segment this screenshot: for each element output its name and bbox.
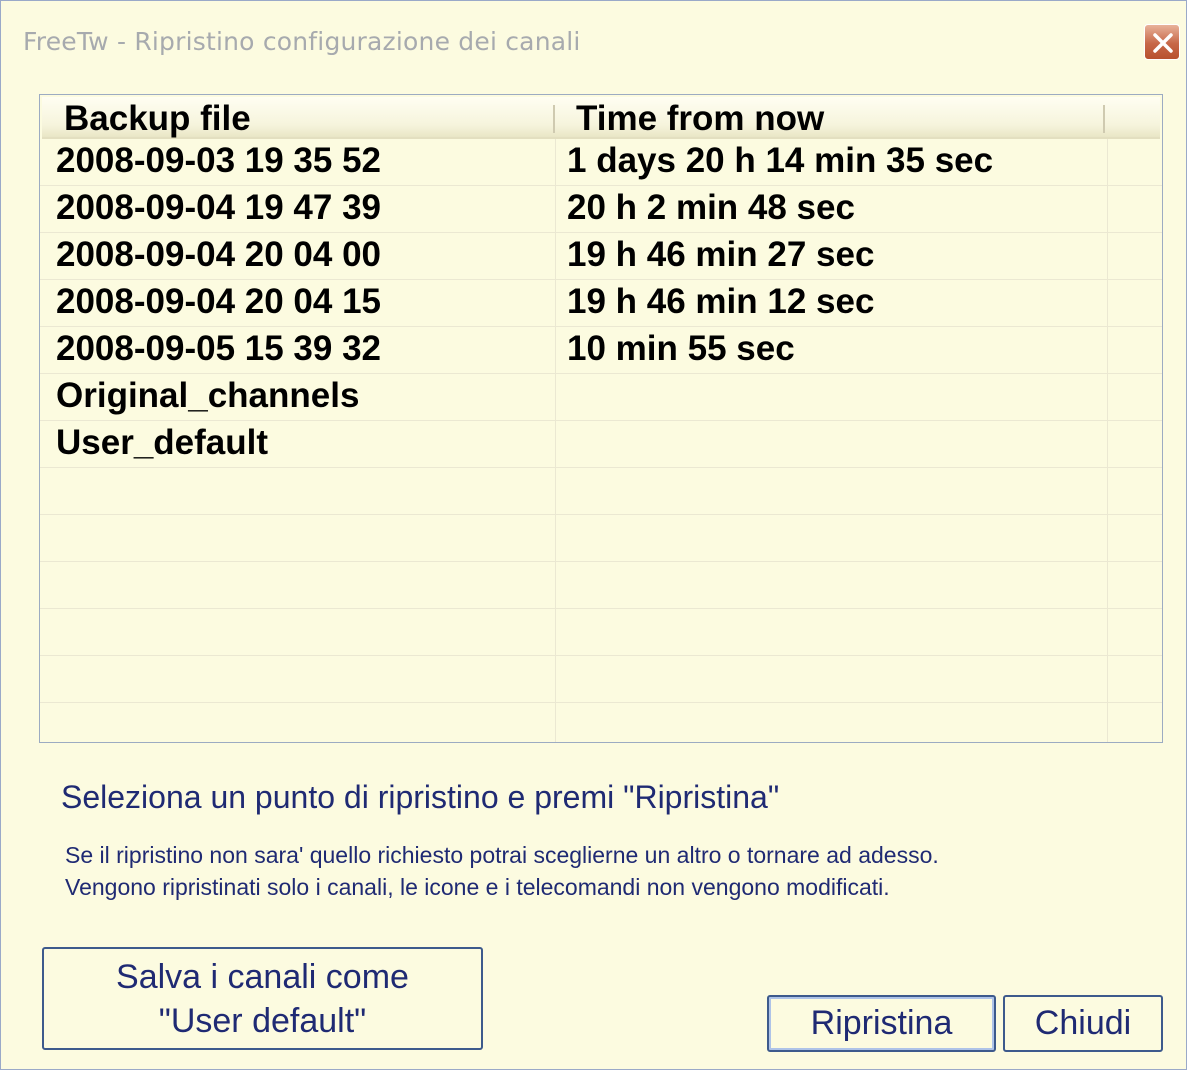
backup-list[interactable]: Backup file Time from now 2008-09-03 19 … [39, 94, 1163, 743]
list-item[interactable] [40, 515, 1162, 562]
list-header: Backup file Time from now [42, 97, 1160, 139]
save-user-default-button[interactable]: Salva i canali come "User default" [42, 947, 483, 1050]
backup-file-cell: 2008-09-03 19 35 52 [56, 141, 381, 180]
list-item[interactable] [40, 656, 1162, 703]
list-item[interactable] [40, 609, 1162, 656]
column-divider[interactable] [553, 105, 555, 133]
time-from-now-cell: 19 h 46 min 27 sec [567, 235, 875, 274]
close-button[interactable]: Chiudi [1003, 995, 1163, 1052]
backup-file-cell: User_default [56, 423, 269, 462]
window-title: FreeTw - Ripristino configurazione dei c… [23, 27, 581, 56]
close-window-button[interactable] [1144, 24, 1180, 60]
list-rows: 2008-09-03 19 35 52 1 days 20 h 14 min 35… [40, 139, 1162, 742]
backup-file-cell: 2008-09-05 15 39 32 [56, 329, 381, 368]
list-item[interactable]: Original_channels [40, 374, 1162, 421]
list-item[interactable] [40, 468, 1162, 515]
column-header-backup-file[interactable]: Backup file [64, 99, 251, 139]
time-from-now-cell: 20 h 2 min 48 sec [567, 188, 855, 227]
list-item[interactable]: 2008-09-04 20 04 15 19 h 46 min 12 sec [40, 280, 1162, 327]
backup-file-cell: 2008-09-04 19 47 39 [56, 188, 381, 227]
list-item[interactable] [40, 562, 1162, 609]
info-text-line-2: Vengono ripristinati solo i canali, le i… [65, 874, 890, 900]
info-text-line-1: Se il ripristino non sara' quello richie… [65, 842, 939, 868]
list-item[interactable]: 2008-09-03 19 35 52 1 days 20 h 14 min 35… [40, 139, 1162, 186]
list-item[interactable]: 2008-09-05 15 39 32 10 min 55 sec [40, 327, 1162, 374]
title-bar[interactable]: FreeTw - Ripristino configurazione dei c… [1, 1, 1186, 67]
save-button-label-line-1: Salva i canali come [116, 958, 409, 996]
restore-button[interactable]: Ripristina [767, 995, 996, 1052]
restore-dialog: FreeTw - Ripristino configurazione dei c… [0, 0, 1187, 1070]
close-icon [1153, 33, 1173, 53]
time-from-now-cell: 19 h 46 min 12 sec [567, 282, 875, 321]
list-item[interactable] [40, 703, 1162, 742]
backup-file-cell: 2008-09-04 20 04 15 [56, 282, 381, 321]
list-item[interactable]: 2008-09-04 19 47 39 20 h 2 min 48 sec [40, 186, 1162, 233]
save-button-label-line-2: "User default" [158, 1002, 367, 1040]
column-divider[interactable] [1103, 105, 1105, 133]
backup-file-cell: 2008-09-04 20 04 00 [56, 235, 381, 274]
instruction-text: Seleziona un punto di ripristino e premi… [61, 779, 780, 815]
list-item[interactable]: User_default [40, 421, 1162, 468]
backup-file-cell: Original_channels [56, 376, 360, 415]
time-from-now-cell: 10 min 55 sec [567, 329, 795, 368]
column-header-time-from-now[interactable]: Time from now [576, 99, 824, 139]
list-item[interactable]: 2008-09-04 20 04 00 19 h 46 min 27 sec [40, 233, 1162, 280]
time-from-now-cell: 1 days 20 h 14 min 35 sec [567, 141, 994, 180]
